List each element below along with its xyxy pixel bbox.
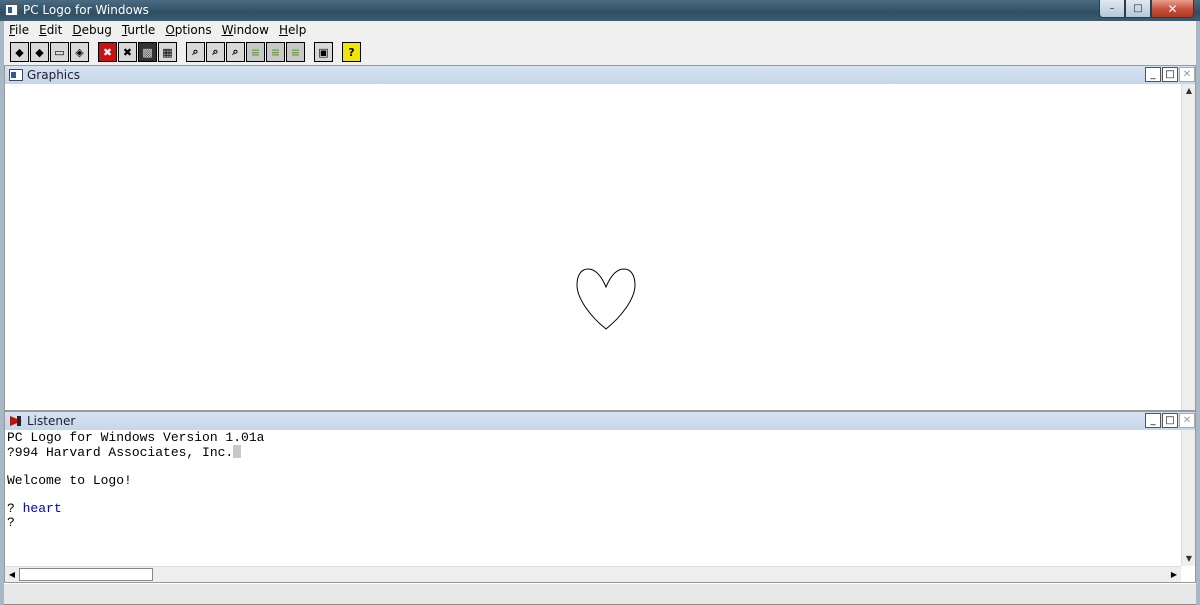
- graphics-close-button[interactable]: ✕: [1179, 67, 1195, 82]
- save-button[interactable]: ◆: [30, 42, 49, 62]
- print-button[interactable]: ▭: [50, 42, 69, 62]
- scroll-right-icon[interactable]: ▶: [1167, 568, 1181, 582]
- turtle-drawing: [576, 268, 636, 330]
- bug-button[interactable]: ✖: [118, 42, 137, 62]
- run-button[interactable]: ≡: [286, 42, 305, 62]
- turtle-canvas[interactable]: [5, 85, 1181, 410]
- status-bar: [4, 583, 1196, 605]
- listener-window-buttons: _ □ ✕: [1144, 413, 1195, 428]
- app-icon: [5, 4, 18, 16]
- stop-button[interactable]: ✖: [98, 42, 117, 62]
- caption-buttons: – □ ✕: [1099, 0, 1194, 18]
- clear-graphics-button[interactable]: ▩: [138, 42, 157, 62]
- help-button[interactable]: ?: [342, 42, 361, 62]
- graphics-maximize-button[interactable]: □: [1162, 67, 1178, 82]
- menu-file[interactable]: File: [9, 21, 29, 39]
- listener-title: Listener: [27, 414, 76, 428]
- menu-edit[interactable]: Edit: [39, 21, 62, 39]
- menu-turtle[interactable]: Turtle: [122, 21, 155, 39]
- scroll-up-icon[interactable]: ▲: [1182, 84, 1196, 98]
- listener-minimize-button[interactable]: _: [1145, 413, 1161, 428]
- heart-shape: [576, 268, 636, 330]
- menu-options[interactable]: Options: [165, 21, 211, 39]
- step-button[interactable]: ≡: [246, 42, 265, 62]
- scroll-thumb[interactable]: [19, 568, 153, 581]
- graphics-title: Graphics: [27, 68, 80, 82]
- graphics-window-buttons: _ □ ✕: [1144, 67, 1195, 82]
- listener-maximize-button[interactable]: □: [1162, 413, 1178, 428]
- minimize-button[interactable]: –: [1099, 0, 1125, 18]
- toolbar: ◆ ◆ ▭ ◈ ✖ ✖ ▩ ▦ ⌕ ⌕ ⌕ ≡ ≡ ≡ ▣ ?: [10, 41, 362, 63]
- zoom-out-button[interactable]: ⌕: [206, 42, 225, 62]
- listener-window-icon: [10, 416, 22, 426]
- scroll-down-icon[interactable]: ▼: [1182, 552, 1196, 566]
- listener-close-button[interactable]: ✕: [1179, 413, 1195, 428]
- graphics-vertical-scrollbar[interactable]: ▲: [1181, 84, 1195, 410]
- console-line: ? heart: [7, 501, 62, 516]
- listener-console[interactable]: PC Logo for Windows Version 1.01a ?994 Ha…: [7, 431, 1177, 563]
- maximize-button[interactable]: □: [1125, 0, 1151, 18]
- graphics-window-icon: [9, 69, 23, 81]
- scroll-left-icon[interactable]: ◀: [5, 568, 19, 582]
- menu-help[interactable]: Help: [279, 21, 306, 39]
- menu-bar: File Edit Debug Turtle Options Window He…: [4, 21, 316, 39]
- menu-window[interactable]: Window: [222, 21, 269, 39]
- console-line: ?: [7, 515, 15, 530]
- listener-horizontal-scrollbar[interactable]: ◀ ▶: [5, 566, 1181, 582]
- listener-vertical-scrollbar[interactable]: ▼: [1181, 430, 1195, 566]
- menu-debug[interactable]: Debug: [72, 21, 111, 39]
- window-button[interactable]: ▣: [314, 42, 333, 62]
- command-text: heart: [22, 501, 62, 516]
- load-button[interactable]: ◆: [10, 42, 29, 62]
- graphics-minimize-button[interactable]: _: [1145, 67, 1161, 82]
- window-titlebar[interactable]: PC Logo for Windows – □ ✕: [0, 0, 1200, 21]
- listener-titlebar[interactable]: Listener _ □ ✕: [5, 412, 1195, 430]
- trace-button[interactable]: ≡: [266, 42, 285, 62]
- zoom-reset-button[interactable]: ⌕: [226, 42, 245, 62]
- window-title: PC Logo for Windows: [23, 3, 149, 17]
- listener-window: Listener _ □ ✕ PC Logo for Windows Versi…: [4, 411, 1196, 583]
- zoom-in-button[interactable]: ⌕: [186, 42, 205, 62]
- console-line: ?994 Harvard Associates, Inc.: [7, 445, 1177, 460]
- graphics-titlebar[interactable]: Graphics _ □ ✕: [5, 66, 1195, 84]
- mdi-client: Graphics _ □ ✕ ▲ Listener _ □ ✕ PC Logo …: [4, 65, 1196, 583]
- edit-button[interactable]: ◈: [70, 42, 89, 62]
- color-button[interactable]: ▦: [158, 42, 177, 62]
- console-line: PC Logo for Windows Version 1.01a: [7, 430, 265, 445]
- console-line: Welcome to Logo!: [7, 473, 132, 488]
- graphics-window: Graphics _ □ ✕ ▲: [4, 65, 1196, 411]
- close-button[interactable]: ✕: [1151, 0, 1194, 18]
- app-frame: File Edit Debug Turtle Options Window He…: [0, 21, 1200, 605]
- text-cursor: [233, 445, 242, 458]
